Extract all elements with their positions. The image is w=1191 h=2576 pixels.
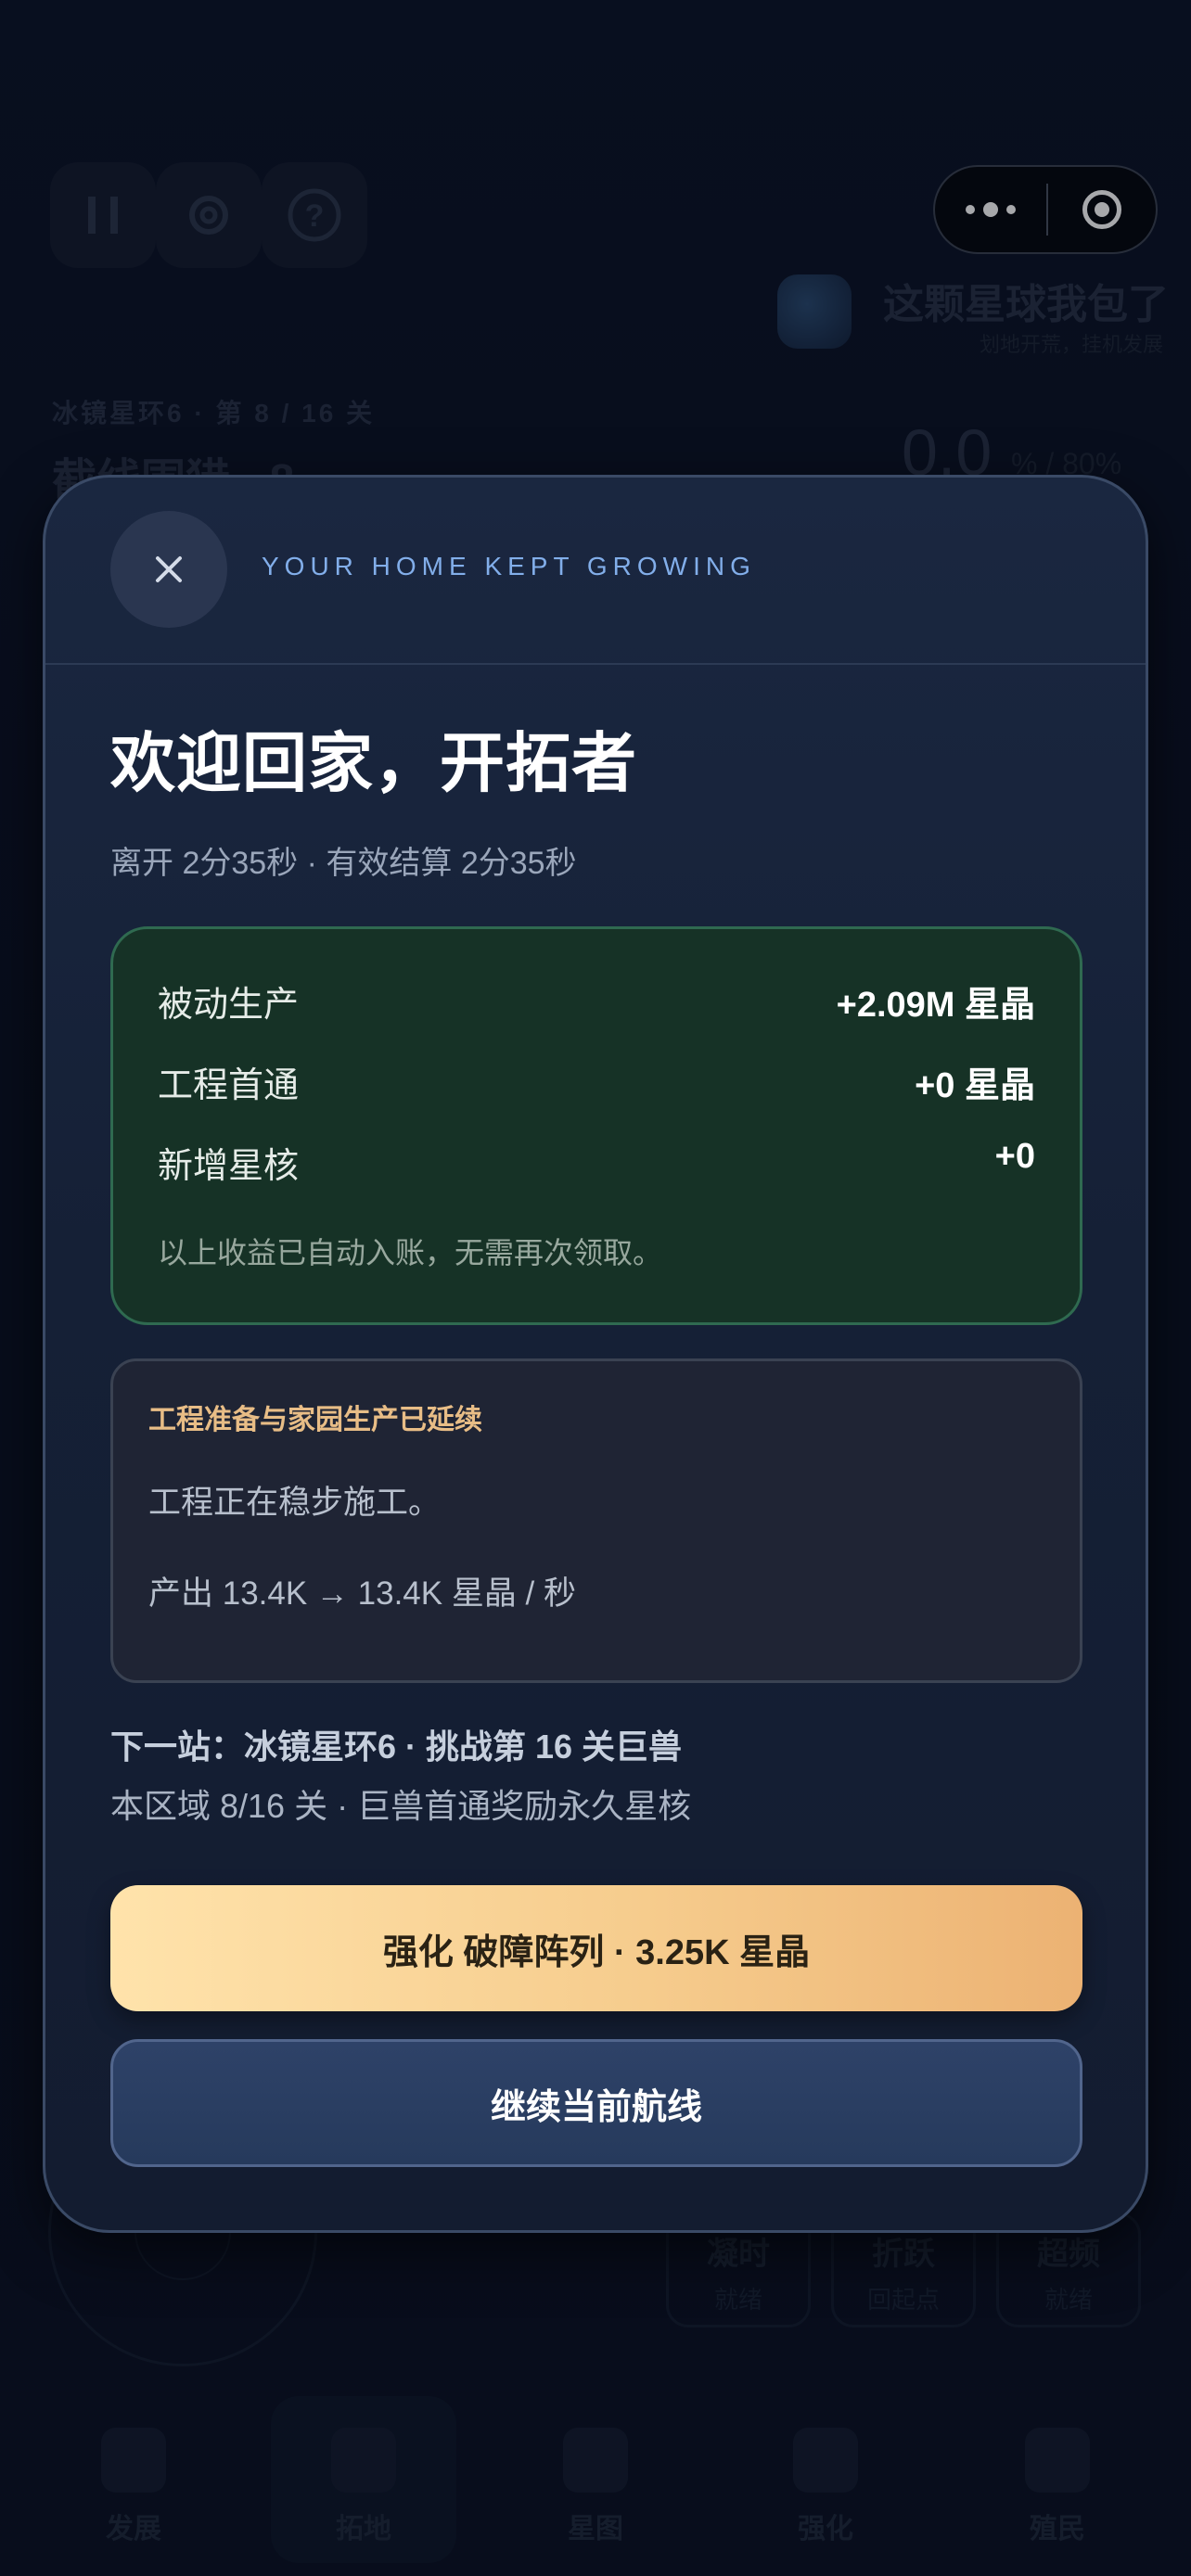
earnings-row: 被动生产 +2.09M 星晶 — [158, 976, 1035, 1027]
earnings-row: 工程首通 +0 星晶 — [158, 1056, 1035, 1107]
next-stop: 下一站：冰镜星环6 · 挑战第 16 关巨兽 — [110, 1728, 683, 1766]
earnings-card: 被动生产 +2.09M 星晶 工程首通 +0 星晶 新增星核 +0 以上收益已自… — [110, 926, 1082, 1325]
away-summary: 离开 2分35秒 · 有效结算 2分35秒 — [110, 846, 577, 881]
earnings-row: 新增星核 +0 — [158, 1137, 1035, 1188]
welcome-back-modal: YOUR HOME KEPT GROWING 欢迎回家，开拓者 离开 2分35秒… — [43, 475, 1148, 2233]
close-button[interactable] — [110, 511, 227, 628]
construction-status: 工程正在稳步施工。 — [148, 1485, 442, 1521]
earnings-value: +0 星晶 — [915, 1066, 1035, 1105]
earnings-label: 被动生产 — [158, 986, 300, 1025]
earnings-label: 工程首通 — [158, 1066, 300, 1105]
earnings-value: +0 — [994, 1137, 1035, 1176]
modal-header: YOUR HOME KEPT GROWING — [45, 478, 1146, 665]
upgrade-button[interactable]: 强化 破障阵列 · 3.25K 星晶 — [110, 1885, 1082, 2011]
production-status-title: 工程准备与家园生产已延续 — [148, 1405, 482, 1435]
earnings-value: +2.09M 星晶 — [836, 986, 1035, 1025]
production-status-card: 工程准备与家园生产已延续 工程正在稳步施工。 产出 13.4K → 13.4K … — [110, 1358, 1082, 1683]
modal-eyebrow: YOUR HOME KEPT GROWING — [262, 552, 756, 580]
close-icon — [156, 556, 182, 582]
continue-route-button[interactable]: 继续当前航线 — [110, 2039, 1082, 2167]
modal-title: 欢迎回家，开拓者 — [110, 727, 637, 799]
production-rate: 产出 13.4K → 13.4K 星晶 / 秒 — [148, 1575, 576, 1612]
earnings-note: 以上收益已自动入账，无需再次领取。 — [158, 1236, 663, 1269]
region-reward: 本区域 8/16 关 · 巨兽首通奖励永久星核 — [110, 1787, 692, 1825]
earnings-label: 新增星核 — [158, 1147, 300, 1186]
